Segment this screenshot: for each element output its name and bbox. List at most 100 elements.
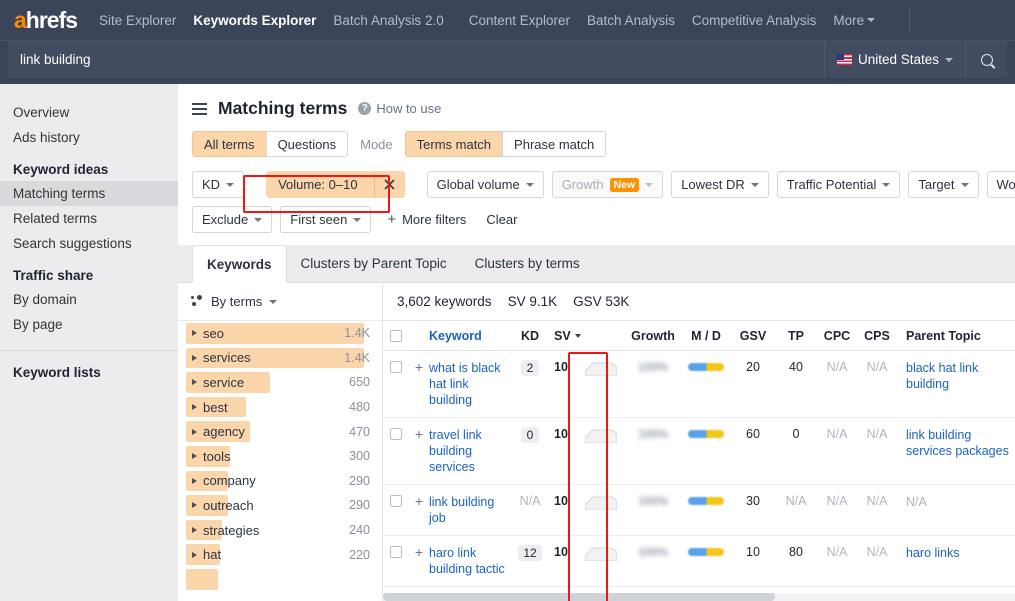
country-selector[interactable]: United States [823, 41, 965, 78]
filter-growth[interactable]: Growth New [551, 171, 664, 198]
sidebar-item-search-suggestions[interactable]: Search suggestions [0, 231, 178, 256]
row-checkbox[interactable] [390, 495, 402, 507]
filter-target[interactable]: Target [908, 171, 979, 198]
sidebar-item-matching-terms[interactable]: Matching terms [0, 181, 178, 206]
cell-keyword[interactable]: what is black hat link building [429, 360, 511, 408]
more-filters-button[interactable]: + More filters [387, 212, 466, 227]
cell-keyword[interactable]: haro link building tactic [429, 545, 511, 577]
search-button[interactable] [965, 41, 1007, 78]
expand-triangle-icon[interactable] [192, 428, 197, 435]
nav-batch-analysis[interactable]: Batch Analysis [587, 13, 675, 28]
sidebar-item-overview[interactable]: Overview [0, 100, 178, 125]
hamburger-icon[interactable] [192, 102, 207, 115]
ahrefs-logo[interactable]: ahrefs [14, 8, 78, 32]
filter-global-volume[interactable]: Global volume [426, 171, 544, 198]
header-md[interactable]: M / D [681, 329, 731, 343]
filter-word-count[interactable]: Word count [986, 171, 1015, 198]
keyword-search-input[interactable] [8, 41, 824, 78]
expand-triangle-icon[interactable] [192, 502, 197, 509]
how-to-use-link[interactable]: ? How to use [358, 101, 441, 116]
filter-first-seen[interactable]: First seen [280, 206, 372, 233]
expand-triangle-icon[interactable] [192, 330, 197, 337]
segment-phrase-match[interactable]: Phrase match [502, 131, 607, 157]
nav-batch-analysis-2[interactable]: Batch Analysis 2.0 [333, 13, 443, 28]
filter-exclude[interactable]: Exclude [192, 206, 273, 233]
add-to-list-button[interactable]: + [409, 494, 429, 508]
header-tp[interactable]: TP [775, 329, 817, 343]
expand-triangle-icon[interactable] [192, 477, 197, 484]
segment-questions[interactable]: Questions [265, 131, 349, 157]
expand-triangle-icon[interactable] [192, 551, 197, 558]
term-item-partial[interactable] [178, 567, 382, 592]
term-item[interactable]: outreach 290 [178, 493, 382, 518]
tab-keywords[interactable]: Keywords [192, 245, 287, 283]
segment-all-terms[interactable]: All terms [192, 131, 267, 157]
row-checkbox[interactable] [390, 428, 402, 440]
tab-clusters-by-terms[interactable]: Clusters by terms [461, 244, 594, 282]
tab-clusters-by-parent-topic[interactable]: Clusters by Parent Topic [287, 244, 461, 282]
cell-parent-topic[interactable]: link building services packages [897, 427, 1015, 459]
row-checkbox-cell[interactable] [383, 360, 409, 373]
header-cpc[interactable]: CPC [817, 329, 857, 343]
term-item[interactable]: service 650 [178, 370, 382, 395]
select-all-checkbox[interactable] [390, 330, 402, 342]
row-checkbox-cell[interactable] [383, 545, 409, 558]
sidebar-item-related-terms[interactable]: Related terms [0, 206, 178, 231]
term-item[interactable]: seo 1.4K [178, 321, 382, 346]
expand-triangle-icon[interactable] [192, 354, 197, 361]
term-item[interactable]: best 480 [178, 395, 382, 420]
table-row[interactable]: + travel link building services 0 10 100… [383, 418, 1015, 485]
table-row[interactable]: + link building job N/A 10 100% 30 N/A N… [383, 485, 1015, 536]
expand-triangle-icon[interactable] [192, 453, 197, 460]
expand-triangle-icon[interactable] [192, 527, 197, 534]
term-item[interactable]: agency 470 [178, 419, 382, 444]
filter-volume-applied[interactable]: Volume: 0–10 [266, 171, 405, 198]
expand-triangle-icon[interactable] [192, 404, 197, 411]
add-to-list-button[interactable]: + [409, 427, 429, 441]
clear-filters-button[interactable]: Clear [486, 212, 517, 227]
term-item[interactable]: tools 300 [178, 444, 382, 469]
header-cps[interactable]: CPS [857, 329, 897, 343]
sidebar-item-by-domain[interactable]: By domain [0, 287, 178, 312]
header-keyword[interactable]: Keyword [429, 328, 511, 344]
filter-kd[interactable]: KD [192, 171, 245, 198]
cell-parent-topic[interactable]: haro links [897, 545, 1015, 561]
cell-parent-topic[interactable]: black hat link building [897, 360, 1015, 392]
row-checkbox[interactable] [390, 361, 402, 373]
sidebar-item-by-page[interactable]: By page [0, 312, 178, 337]
table-row[interactable]: + what is black hat link building 2 10 1… [383, 351, 1015, 418]
nav-competitive-analysis[interactable]: Competitive Analysis [692, 13, 817, 28]
term-item[interactable]: hat 220 [178, 542, 382, 567]
row-checkbox-cell[interactable] [383, 494, 409, 507]
table-row[interactable]: + haro link building tactic 12 10 100% 1… [383, 536, 1015, 587]
term-item[interactable]: services 1.4K [178, 346, 382, 371]
terms-list[interactable]: seo 1.4K services 1.4K service 650 best … [178, 320, 382, 601]
horizontal-scrollbar[interactable] [383, 593, 1015, 601]
nav-content-explorer[interactable]: Content Explorer [469, 13, 570, 28]
header-kd[interactable]: KD [511, 329, 549, 343]
filter-lowest-dr[interactable]: Lowest DR [671, 171, 769, 198]
add-to-list-button[interactable]: + [409, 545, 429, 559]
remove-volume-filter-button[interactable] [373, 172, 404, 197]
row-checkbox-cell[interactable] [383, 427, 409, 440]
header-growth[interactable]: Growth [625, 329, 681, 343]
add-to-list-button[interactable]: + [409, 360, 429, 374]
nav-more-menu[interactable]: More [833, 13, 876, 28]
group-by-selector[interactable]: By terms [178, 283, 382, 320]
sidebar-group-keyword-lists[interactable]: Keyword lists [0, 351, 178, 384]
header-parent-topic[interactable]: Parent Topic [897, 328, 1015, 344]
segment-terms-match[interactable]: Terms match [404, 131, 504, 157]
cell-keyword[interactable]: travel link building services [429, 427, 511, 475]
term-item[interactable]: strategies 240 [178, 518, 382, 543]
header-gsv[interactable]: GSV [731, 329, 775, 343]
nav-site-explorer[interactable]: Site Explorer [99, 13, 176, 28]
term-item[interactable]: company 290 [178, 469, 382, 494]
row-checkbox[interactable] [390, 546, 402, 558]
filter-traffic-potential[interactable]: Traffic Potential [776, 171, 901, 198]
nav-keywords-explorer[interactable]: Keywords Explorer [193, 13, 316, 28]
select-all-checkbox-cell[interactable] [383, 329, 409, 342]
expand-triangle-icon[interactable] [192, 379, 197, 386]
sidebar-item-ads-history[interactable]: Ads history [0, 125, 178, 150]
header-sv[interactable]: SV [549, 329, 585, 343]
cell-keyword[interactable]: link building job [429, 494, 511, 526]
